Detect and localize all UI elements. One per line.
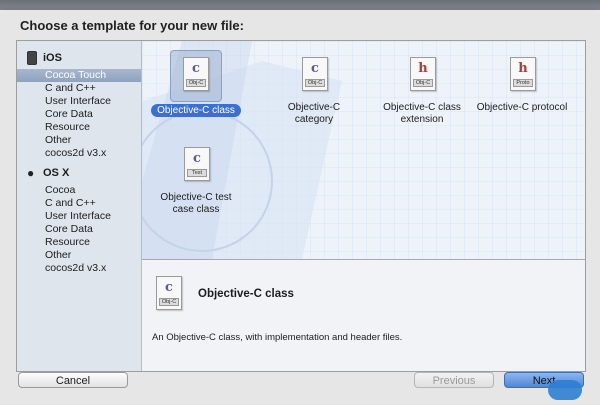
dialog-title: Choose a template for your new file: xyxy=(20,18,244,33)
detail-description: An Objective-C class, with implementatio… xyxy=(152,332,403,343)
sidebar-item-cocos2d[interactable]: cocos2d v3.x xyxy=(17,147,141,160)
template-grid: c Obj-C Objective-C class c Obj-C Object… xyxy=(142,41,585,260)
template-label: Objective-C class extension xyxy=(383,102,461,125)
template-tile-objc-class-extension[interactable]: h Obj-C Objective-C class extension xyxy=(372,51,472,126)
sidebar-item-other[interactable]: Other xyxy=(17,134,141,147)
file-letter: c xyxy=(165,280,173,295)
file-letter: h xyxy=(418,61,428,76)
template-label: Objective-C protocol xyxy=(476,102,568,113)
apple-icon: ● xyxy=(27,166,35,180)
template-category-sidebar: iOS Cocoa Touch C and C++ User Interface… xyxy=(17,41,142,371)
template-tile-objc-protocol[interactable]: h Proto Objective-C protocol xyxy=(472,51,572,114)
template-browser: iOS Cocoa Touch C and C++ User Interface… xyxy=(16,40,586,372)
sidebar-item-c-and-cpp[interactable]: C and C++ xyxy=(17,82,141,95)
sidebar-item-cocos2d[interactable]: cocos2d v3.x xyxy=(17,262,141,275)
sidebar-group-label: OS X xyxy=(43,167,70,179)
file-tag: Obj-C xyxy=(159,298,179,306)
template-tile-objc-category[interactable]: c Obj-C Objective-C category xyxy=(264,51,364,126)
objc-file-icon: c Obj-C xyxy=(302,57,328,91)
template-icon-frame: h Obj-C xyxy=(398,51,446,99)
file-tag: Obj-C xyxy=(186,79,206,87)
template-label: Objective-C category xyxy=(287,102,341,125)
sidebar-item-cocoa-touch[interactable]: Cocoa Touch xyxy=(17,69,141,82)
file-letter: c xyxy=(193,151,201,166)
sidebar-item-core-data[interactable]: Core Data xyxy=(17,223,141,236)
sidebar-item-resource[interactable]: Resource xyxy=(17,236,141,249)
file-tag: Obj-C xyxy=(305,79,325,87)
sidebar-item-other[interactable]: Other xyxy=(17,249,141,262)
template-tile-objc-class[interactable]: c Obj-C Objective-C class xyxy=(146,50,246,117)
file-letter: c xyxy=(311,61,319,76)
template-detail-pane: c Obj-C Objective-C class An Objective-C… xyxy=(142,260,585,371)
sidebar-group-osx: ● OS X xyxy=(17,162,141,184)
file-letter: c xyxy=(192,61,200,76)
file-tag: Test xyxy=(187,169,207,177)
objc-file-icon: c Obj-C xyxy=(183,57,209,91)
template-icon-frame: c Obj-C xyxy=(170,50,222,102)
cancel-button[interactable]: Cancel xyxy=(18,372,128,388)
template-tile-objc-test-case[interactable]: c Test Objective-C test case class xyxy=(146,141,246,216)
template-icon-frame: c Obj-C xyxy=(290,51,338,99)
sidebar-item-cocoa[interactable]: Cocoa xyxy=(17,184,141,197)
sidebar-item-user-interface[interactable]: User Interface xyxy=(17,210,141,223)
sidebar-group-ios: iOS xyxy=(17,47,141,69)
detail-title: Objective-C class xyxy=(198,288,294,300)
objc-file-icon: c Obj-C xyxy=(154,276,186,312)
template-icon-frame: h Proto xyxy=(498,51,546,99)
watermark-logo xyxy=(548,380,582,400)
file-tag: Obj-C xyxy=(413,79,433,87)
sidebar-item-c-and-cpp[interactable]: C and C++ xyxy=(17,197,141,210)
previous-button[interactable]: Previous xyxy=(414,372,494,388)
sidebar-item-resource[interactable]: Resource xyxy=(17,121,141,134)
file-letter: h xyxy=(518,61,528,76)
protocol-file-icon: h Proto xyxy=(510,57,536,91)
file-tag: Proto xyxy=(513,79,533,87)
template-chooser-sheet: Choose a template for your new file: iOS… xyxy=(0,10,600,405)
template-icon-frame: c Test xyxy=(172,141,220,189)
iphone-icon xyxy=(27,51,37,65)
header-file-icon: h Obj-C xyxy=(410,57,436,91)
template-label: Objective-C test case class xyxy=(160,192,232,215)
sidebar-item-user-interface[interactable]: User Interface xyxy=(17,95,141,108)
template-label: Objective-C class xyxy=(151,104,241,117)
sidebar-item-core-data[interactable]: Core Data xyxy=(17,108,141,121)
test-file-icon: c Test xyxy=(184,147,210,181)
sidebar-group-label: iOS xyxy=(43,52,62,64)
